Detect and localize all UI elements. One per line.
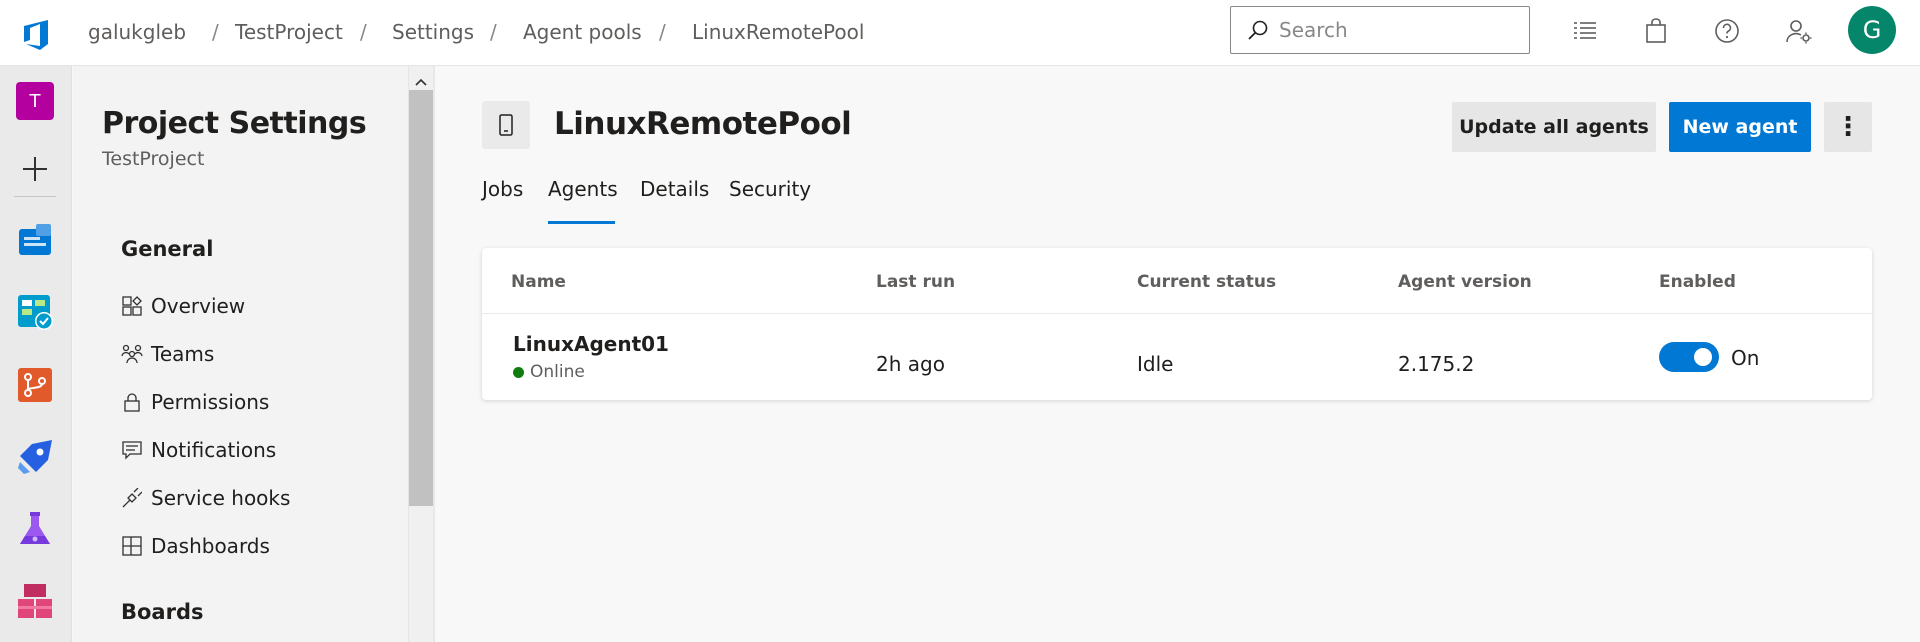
breadcrumb-separator: /	[360, 20, 367, 44]
breadcrumb-settings[interactable]: Settings	[392, 20, 474, 44]
agent-name-link[interactable]: LinuxAgent01	[513, 332, 669, 356]
nav-item-notifications[interactable]: Notifications	[121, 433, 276, 467]
tab-details[interactable]: Details	[640, 177, 709, 201]
dashboard-icon	[121, 535, 143, 557]
breadcrumb-agent-pools[interactable]: Agent pools	[523, 20, 642, 44]
device-icon	[482, 101, 530, 149]
test-plans-icon[interactable]	[16, 510, 54, 548]
settings-title: Project Settings	[102, 106, 367, 141]
plug-icon	[121, 487, 143, 509]
user-settings-icon[interactable]	[1784, 16, 1814, 46]
teams-icon	[121, 343, 143, 365]
more-actions-button[interactable]: ⋮	[1824, 102, 1872, 152]
column-header-name[interactable]: Name	[511, 272, 566, 292]
task-list-icon[interactable]	[1570, 16, 1600, 46]
breadcrumb-separator: /	[212, 20, 219, 44]
tab-jobs[interactable]: Jobs	[482, 177, 523, 201]
toggle-knob	[1694, 348, 1712, 366]
nav-item-dashboards[interactable]: Dashboards	[121, 529, 270, 563]
breadcrumb-project[interactable]: TestProject	[235, 20, 343, 44]
cell-agent-version: 2.175.2	[1398, 352, 1475, 376]
nav-item-label: Dashboards	[151, 534, 270, 558]
shopping-bag-icon[interactable]	[1641, 16, 1671, 46]
scroll-up-icon[interactable]	[415, 72, 427, 91]
breadcrumb-separator: /	[490, 20, 497, 44]
column-header-current-status[interactable]: Current status	[1137, 272, 1276, 292]
nav-item-teams[interactable]: Teams	[121, 337, 214, 371]
azure-devops-logo-icon[interactable]	[18, 14, 56, 52]
nav-item-permissions[interactable]: Permissions	[121, 385, 269, 419]
update-all-agents-button[interactable]: Update all agents	[1452, 102, 1656, 152]
nav-item-overview[interactable]: Overview	[121, 289, 245, 323]
scrollbar-thumb[interactable]	[409, 90, 433, 506]
column-header-enabled[interactable]: Enabled	[1659, 272, 1736, 292]
agents-table: Name Last run Current status Agent versi…	[482, 248, 1872, 400]
add-icon[interactable]	[16, 150, 54, 188]
nav-item-service-hooks[interactable]: Service hooks	[121, 481, 290, 515]
rail-divider	[14, 196, 56, 197]
user-avatar[interactable]: G	[1848, 6, 1896, 54]
active-tab-indicator	[548, 221, 615, 224]
nav-item-label: Teams	[151, 342, 215, 366]
overview-icon	[121, 295, 143, 317]
nav-item-label: Service hooks	[151, 486, 291, 510]
status-text: Online	[530, 362, 585, 382]
enabled-toggle[interactable]	[1659, 342, 1719, 372]
lock-icon	[121, 391, 143, 413]
nav-item-label: Overview	[151, 294, 246, 318]
column-header-agent-version[interactable]: Agent version	[1398, 272, 1532, 292]
agent-online-status: Online	[513, 362, 585, 382]
new-agent-button[interactable]: New agent	[1669, 102, 1811, 152]
search-box[interactable]	[1230, 6, 1530, 54]
repos-icon[interactable]	[16, 366, 54, 404]
status-dot-icon	[513, 366, 524, 378]
tab-security[interactable]: Security	[729, 177, 811, 201]
help-icon[interactable]	[1712, 16, 1742, 46]
app-rail: T	[0, 66, 72, 642]
column-header-last-run[interactable]: Last run	[876, 272, 955, 292]
breadcrumb-org[interactable]: galukgleb	[88, 20, 186, 44]
top-bar: galukgleb / TestProject / Settings / Age…	[0, 0, 1920, 66]
breadcrumb-separator: /	[659, 20, 666, 44]
boards-icon[interactable]	[16, 293, 54, 331]
cell-current-status: Idle	[1137, 352, 1174, 376]
breadcrumb-pool[interactable]: LinuxRemotePool	[692, 20, 864, 44]
table-row[interactable]: LinuxAgent01 Online 2h ago Idle 2.175.2 …	[482, 314, 1872, 400]
search-icon	[1248, 20, 1268, 40]
page-title: LinuxRemotePool	[554, 106, 852, 142]
panel-divider	[433, 66, 435, 642]
project-tile[interactable]: T	[16, 82, 54, 120]
section-heading-general: General	[121, 237, 214, 261]
nav-item-label: Permissions	[151, 390, 270, 414]
overview-icon[interactable]	[16, 221, 54, 259]
tab-agents[interactable]: Agents	[548, 177, 618, 201]
artifacts-icon[interactable]	[16, 582, 54, 620]
section-heading-boards: Boards	[121, 600, 204, 624]
project-settings-panel: Project Settings TestProject General Ove…	[73, 66, 409, 642]
pipelines-icon[interactable]	[16, 438, 54, 476]
enabled-toggle-label: On	[1731, 346, 1760, 370]
settings-scrollbar[interactable]	[409, 66, 433, 642]
nav-item-label: Notifications	[151, 438, 277, 462]
notification-icon	[121, 439, 143, 461]
search-input[interactable]	[1279, 15, 1519, 45]
cell-last-run: 2h ago	[876, 352, 945, 376]
settings-project-name: TestProject	[102, 148, 205, 170]
